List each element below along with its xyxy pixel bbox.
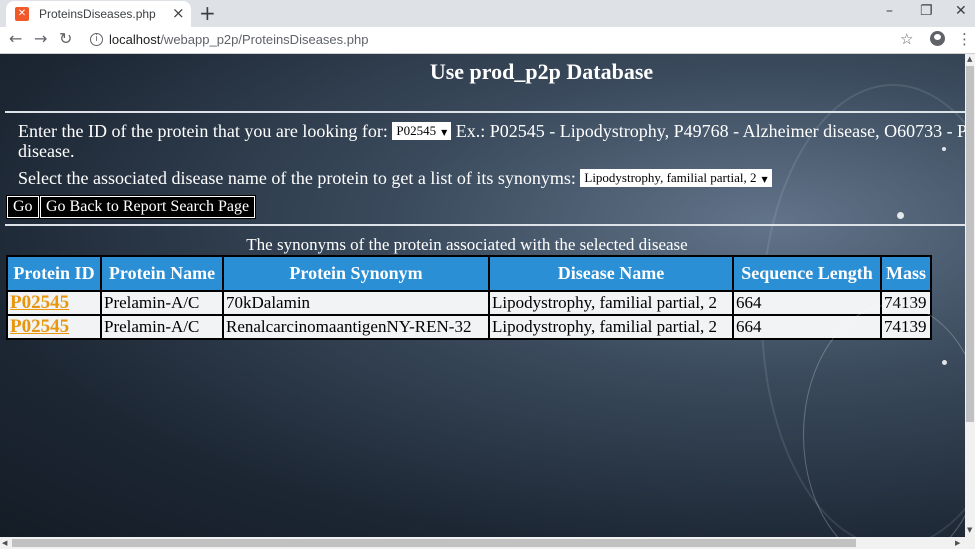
go-button[interactable]: Go	[6, 195, 40, 219]
dropdown-arrow-icon: ▼	[441, 127, 448, 137]
protein-id-row: Enter the ID of the protein that you are…	[18, 121, 965, 142]
menu-icon[interactable]: ⋮	[957, 30, 972, 48]
horizontal-scrollbar[interactable]: ◀ ▶	[0, 537, 975, 549]
protein-id-link[interactable]: P02545	[6, 314, 102, 340]
tab-close-icon[interactable]: ×	[172, 5, 185, 21]
url-host: localhost	[109, 32, 161, 47]
decorative-dot	[942, 360, 947, 365]
dropdown-arrow-icon: ▼	[761, 174, 768, 184]
protein-id-select[interactable]: P02545 ▼	[392, 121, 452, 140]
xampp-favicon-icon: ✕	[15, 7, 29, 21]
new-tab-icon[interactable]: +	[199, 2, 216, 24]
scroll-down-icon[interactable]: ▼	[967, 526, 972, 534]
divider	[5, 111, 965, 113]
restore-icon[interactable]: ❐	[920, 3, 933, 19]
browser-toolbar: ← → ↻ i localhost/webapp_p2p/ProteinsDis…	[0, 27, 975, 54]
header-mass: Mass	[880, 255, 932, 292]
disease-row: Select the associated disease name of th…	[18, 168, 772, 189]
protein-prompt: Enter the ID of the protein that you are…	[18, 121, 388, 141]
protein-select-value: P02545	[396, 122, 437, 138]
browser-tab[interactable]: ✕ ProteinsDiseases.php ×	[6, 1, 191, 27]
account-icon[interactable]	[930, 31, 945, 46]
star-icon[interactable]: ☆	[900, 30, 913, 48]
url-text[interactable]: localhost/webapp_p2p/ProteinsDiseases.ph…	[109, 32, 368, 47]
mass-cell: 74139	[880, 290, 932, 316]
minimize-icon[interactable]: –	[886, 3, 893, 19]
table-header-row: Protein ID Protein Name Protein Synonym …	[6, 255, 932, 292]
vertical-scrollbar[interactable]: ▲ ▼	[965, 54, 975, 537]
mass-cell: 74139	[880, 314, 932, 340]
protein-name-cell: Prelamin-A/C	[100, 290, 224, 316]
table-caption: The synonyms of the protein associated w…	[246, 235, 688, 254]
sequence-length-cell: 664	[732, 290, 882, 316]
address-bar[interactable]: i localhost/webapp_p2p/ProteinsDiseases.…	[82, 29, 920, 51]
protein-examples: Ex.: P02545 - Lipodystrophy, P49768 - Al…	[455, 121, 965, 141]
table-row: P02545 Prelamin-A/C Renalcarcinomaantige…	[6, 314, 932, 340]
tab-title: ProteinsDiseases.php	[39, 7, 156, 21]
scroll-left-icon[interactable]: ◀	[2, 539, 7, 547]
page-viewport: Use prod_p2p Database Enter the ID of th…	[0, 54, 965, 537]
disease-select-value: Lipodystrophy, familial partial, 2	[584, 169, 757, 185]
disease-name-cell: Lipodystrophy, familial partial, 2	[488, 290, 734, 316]
sequence-length-cell: 664	[732, 314, 882, 340]
close-icon[interactable]: ✕	[955, 3, 967, 19]
scroll-up-icon[interactable]: ▲	[967, 55, 972, 63]
protein-synonym-cell: 70kDalamin	[222, 290, 490, 316]
synonyms-table: Protein ID Protein Name Protein Synonym …	[6, 255, 932, 340]
decorative-dot	[897, 212, 904, 219]
protein-name-cell: Prelamin-A/C	[100, 314, 224, 340]
back-arrow-icon[interactable]: ←	[9, 30, 22, 48]
page-title: Use prod_p2p Database	[429, 59, 654, 84]
forward-arrow-icon[interactable]: →	[34, 30, 47, 48]
reload-icon[interactable]: ↻	[59, 30, 72, 48]
protein-id-link[interactable]: P02545	[6, 290, 102, 316]
back-to-report-search-button[interactable]: Go Back to Report Search Page	[38, 195, 257, 219]
horizontal-scroll-thumb[interactable]	[12, 539, 856, 547]
table-row: P02545 Prelamin-A/C 70kDalamin Lipodystr…	[6, 290, 932, 316]
header-protein-synonym: Protein Synonym	[222, 255, 490, 292]
disease-select[interactable]: Lipodystrophy, familial partial, 2 ▼	[580, 168, 772, 187]
decorative-dot	[942, 147, 946, 151]
disease-prompt: Select the associated disease name of th…	[18, 168, 576, 188]
header-disease-name: Disease Name	[488, 255, 734, 292]
header-protein-id: Protein ID	[6, 255, 102, 292]
tab-strip: ✕ ProteinsDiseases.php × + – ❐ ✕	[0, 0, 975, 27]
url-path: /webapp_p2p/ProteinsDiseases.php	[160, 32, 369, 47]
scroll-right-icon[interactable]: ▶	[955, 539, 960, 547]
protein-synonym-cell: RenalcarcinomaantigenNY-REN-32	[222, 314, 490, 340]
disease-name-cell: Lipodystrophy, familial partial, 2	[488, 314, 734, 340]
protein-examples-continued: disease.	[18, 141, 75, 161]
info-icon[interactable]: i	[90, 33, 103, 46]
vertical-scroll-thumb[interactable]	[966, 66, 974, 422]
header-sequence-length: Sequence Length	[732, 255, 882, 292]
header-protein-name: Protein Name	[100, 255, 224, 292]
divider	[5, 224, 965, 226]
